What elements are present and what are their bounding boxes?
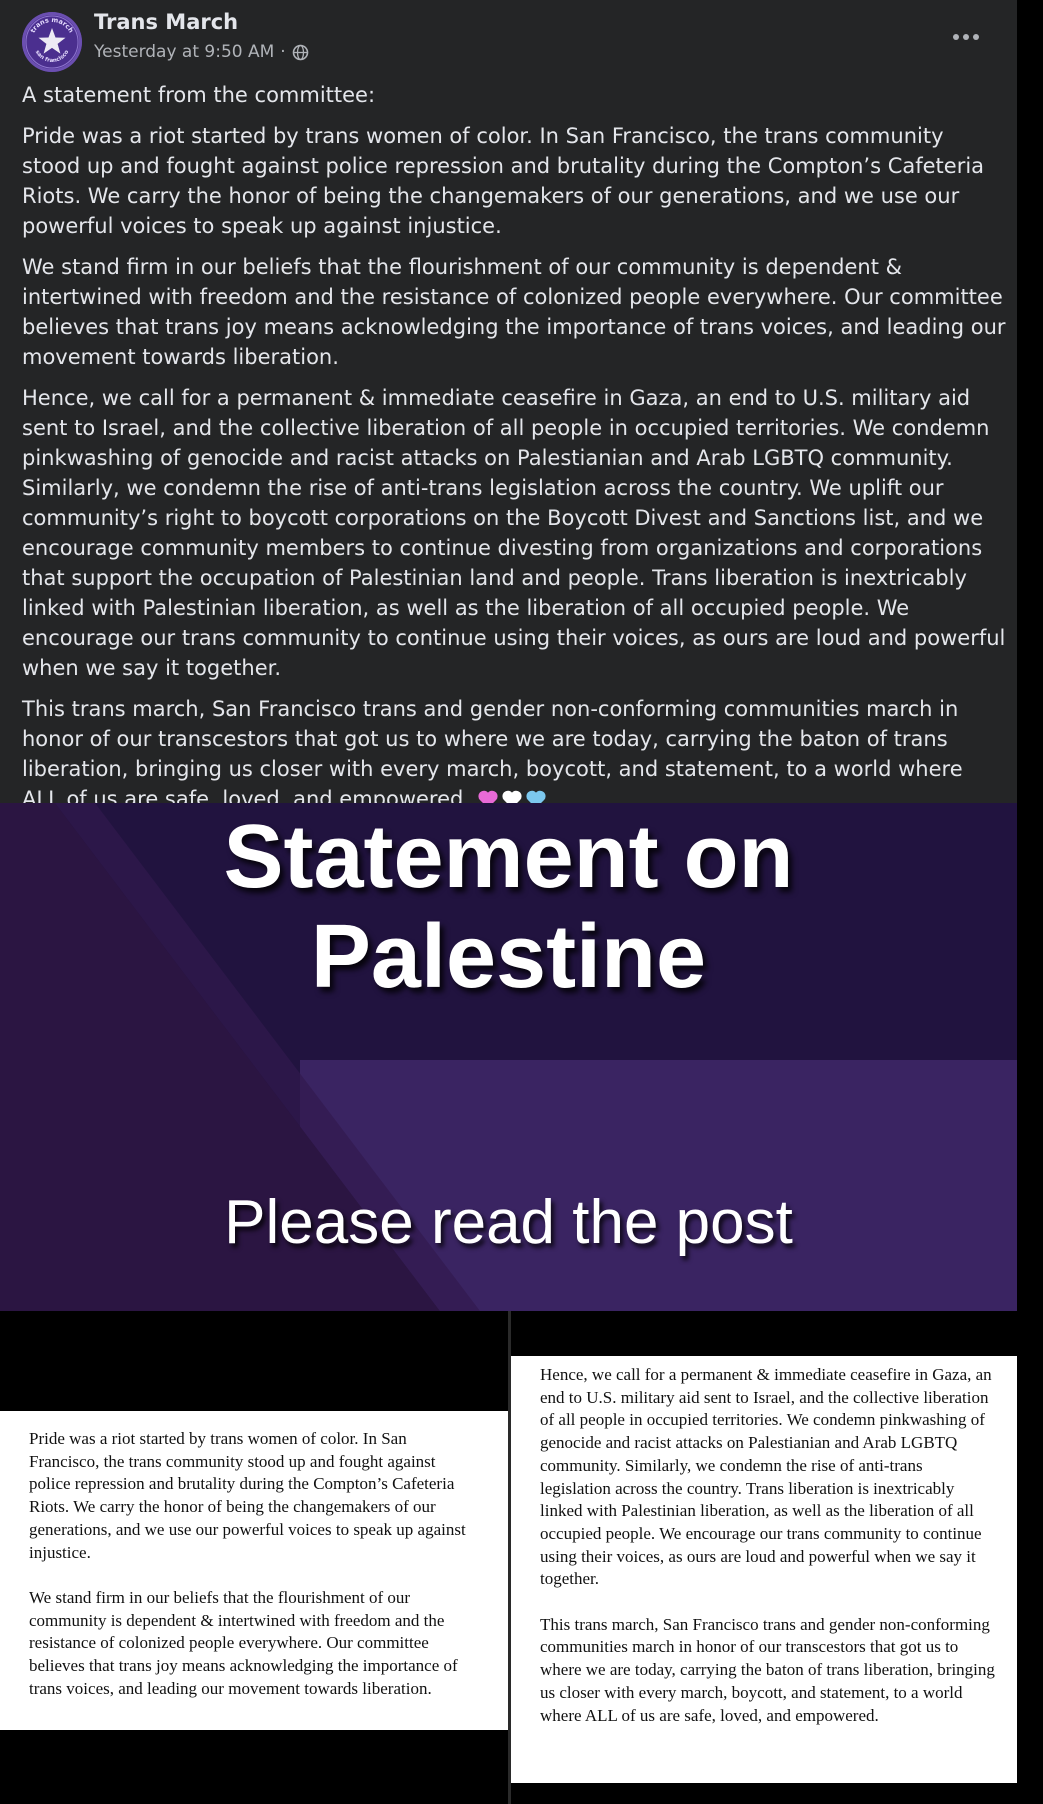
- card-paragraph: We stand firm in our beliefs that the fl…: [29, 1587, 458, 1698]
- banner-title-line2: Palestine: [310, 907, 707, 1007]
- statement-card-left[interactable]: Pride was a riot started by trans women …: [0, 1411, 508, 1730]
- post-timestamp[interactable]: Yesterday at 9:50 AM: [94, 42, 274, 62]
- avatar[interactable]: trans march san francisco: [22, 12, 82, 72]
- trans-march-logo: trans march san francisco: [25, 15, 79, 69]
- post-paragraph: We stand firm in our beliefs that the fl…: [22, 255, 1006, 369]
- statement-card-right[interactable]: Hence, we call for a permanent & immedia…: [511, 1356, 1017, 1783]
- svg-text:san francisco: san francisco: [34, 49, 71, 64]
- banner-title-line1: Statement on: [223, 807, 794, 907]
- card-paragraph: Hence, we call for a permanent & immedia…: [540, 1365, 992, 1589]
- card-paragraph: Pride was a riot started by trans women …: [29, 1429, 466, 1562]
- avatar-bottom-text: san francisco: [34, 49, 71, 64]
- card-paragraph: This trans march, San Francisco trans an…: [540, 1614, 995, 1725]
- globe-icon[interactable]: [292, 44, 309, 61]
- post-meta: Yesterday at 9:50 AM ·: [94, 42, 309, 62]
- post-intro: A statement from the committee:: [22, 83, 376, 107]
- post-paragraph: Pride was a riot started by trans women …: [22, 124, 985, 238]
- post-paragraph: Hence, we call for a permanent & immedia…: [22, 386, 1006, 680]
- facebook-post: trans march san francisco Trans March Ye…: [0, 0, 1017, 811]
- more-options-icon[interactable]: [948, 22, 984, 52]
- page-name-link[interactable]: Trans March: [94, 10, 238, 34]
- star-icon: [38, 28, 66, 54]
- banner-subtitle: Please read the post: [224, 1188, 793, 1257]
- post-paragraph: This trans march, San Francisco trans an…: [22, 694, 1007, 814]
- meta-separator: ·: [280, 42, 286, 62]
- post-body: A statement from the committee: Pride wa…: [22, 80, 1007, 825]
